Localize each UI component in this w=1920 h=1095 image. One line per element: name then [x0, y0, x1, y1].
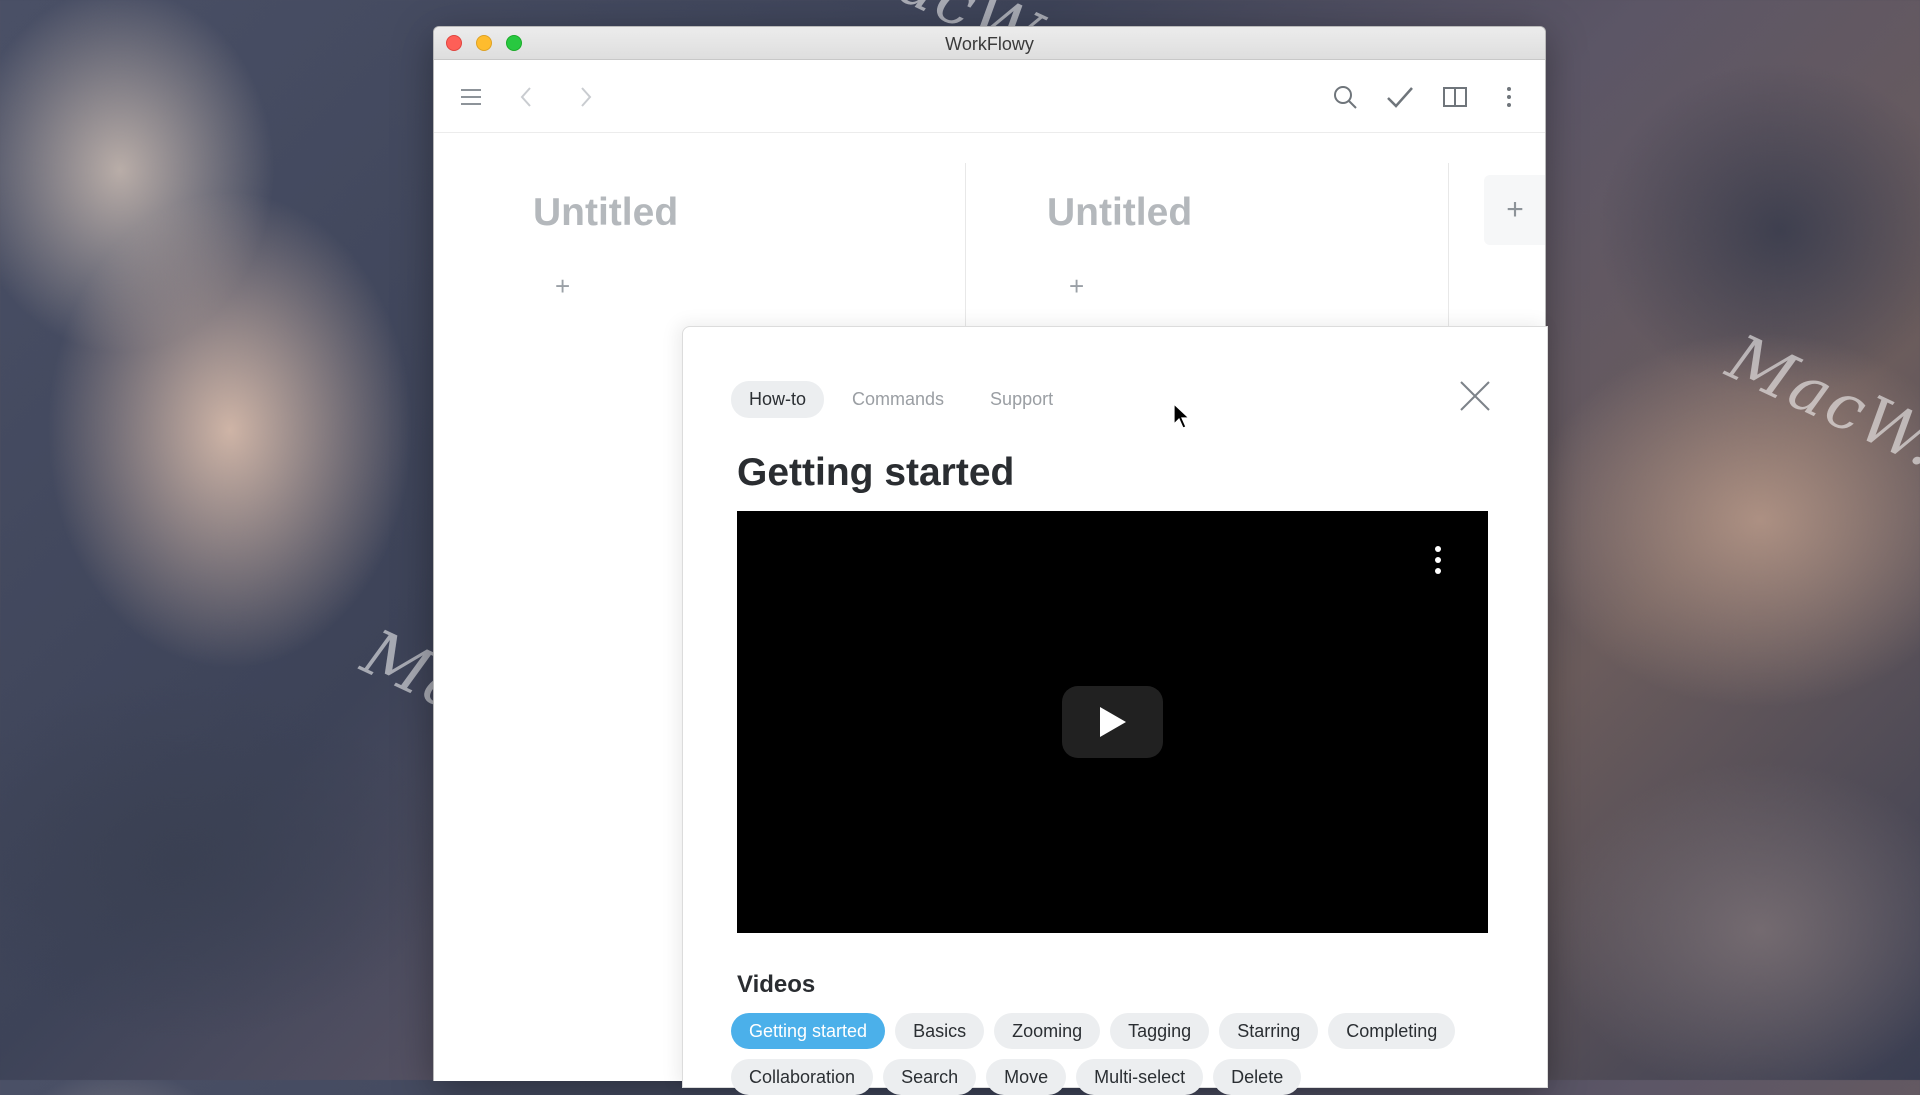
chip-getting-started[interactable]: Getting started [731, 1013, 886, 1049]
search-icon[interactable] [1332, 84, 1358, 110]
tab-commands[interactable]: Commands [834, 381, 962, 418]
board-column: Untitled + [434, 163, 966, 353]
video-chips: Getting started Basics Zooming Tagging S… [731, 1013, 1521, 1095]
column-title[interactable]: Untitled [1047, 191, 1192, 235]
chip-search[interactable]: Search [883, 1059, 977, 1095]
chip-move[interactable]: Move [986, 1059, 1067, 1095]
vertical-dots-icon[interactable] [1496, 84, 1522, 110]
close-icon[interactable] [1458, 379, 1492, 413]
window-title: WorkFlowy [945, 34, 1034, 54]
chip-collaboration[interactable]: Collaboration [731, 1059, 874, 1095]
chip-basics[interactable]: Basics [895, 1013, 985, 1049]
toolbar [434, 60, 1545, 133]
add-item-button[interactable]: + [555, 273, 570, 299]
chip-delete[interactable]: Delete [1213, 1059, 1302, 1095]
title-bar: WorkFlowy [434, 27, 1545, 60]
help-tabs: How-to Commands Support [731, 381, 1071, 418]
board-column: Untitled + [966, 163, 1449, 353]
split-view-icon[interactable] [1442, 84, 1468, 110]
play-button[interactable] [1062, 686, 1163, 758]
video-player[interactable] [737, 511, 1488, 933]
section-title: Videos [737, 971, 816, 998]
chevron-left-icon[interactable] [513, 84, 539, 110]
tab-how-to[interactable]: How-to [731, 381, 825, 418]
play-icon [1099, 707, 1126, 737]
hamburger-menu-icon[interactable] [458, 84, 484, 110]
chip-zooming[interactable]: Zooming [994, 1013, 1101, 1049]
chip-multi-select[interactable]: Multi-select [1076, 1059, 1204, 1095]
chevron-right-icon[interactable] [573, 84, 599, 110]
help-panel: How-to Commands Support Getting started … [682, 326, 1548, 1095]
add-item-button[interactable]: + [1069, 273, 1084, 299]
chip-completing[interactable]: Completing [1328, 1013, 1456, 1049]
chip-tagging[interactable]: Tagging [1110, 1013, 1210, 1049]
column-title[interactable]: Untitled [533, 191, 678, 235]
chip-starring[interactable]: Starring [1219, 1013, 1319, 1049]
watermark-right: MacW.com [1716, 321, 1920, 543]
checkmark-icon[interactable] [1387, 84, 1413, 110]
mouse-cursor-icon [1173, 402, 1191, 434]
video-menu-icon[interactable] [1433, 545, 1443, 575]
add-column-button[interactable]: + [1484, 175, 1545, 245]
panel-title: Getting started [737, 451, 1015, 494]
tab-support[interactable]: Support [972, 381, 1071, 418]
